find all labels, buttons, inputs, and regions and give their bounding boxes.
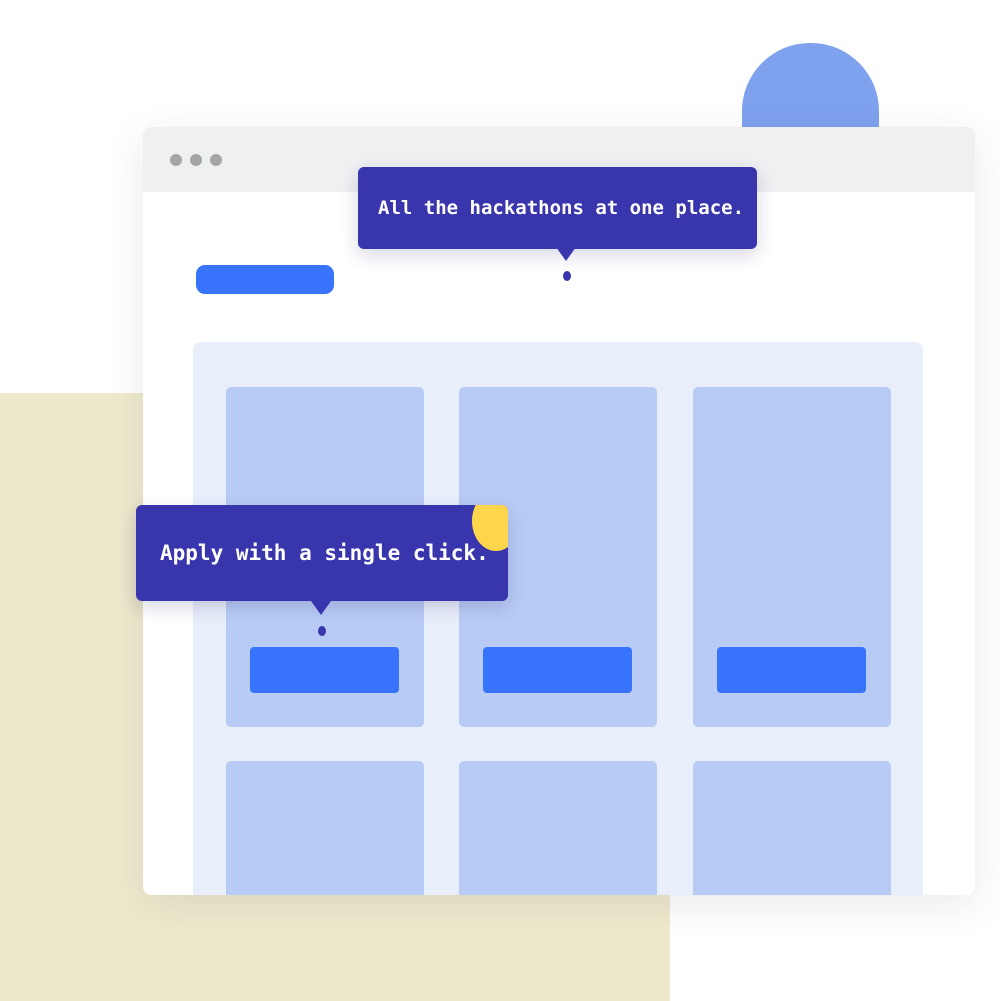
hackathon-grid-panel — [193, 342, 923, 895]
window-control-dot[interactable] — [170, 154, 182, 166]
apply-button[interactable] — [717, 647, 866, 693]
apply-button[interactable] — [483, 647, 632, 693]
tooltip-text: Apply with a single click. — [160, 541, 489, 565]
tooltip-anchor-dot — [563, 271, 571, 281]
hackathon-card[interactable] — [459, 761, 657, 895]
hackathon-card[interactable] — [693, 387, 891, 727]
tooltip-text: All the hackathons at one place. — [378, 197, 745, 219]
tooltip-pointer — [311, 601, 331, 615]
hackathon-card[interactable] — [693, 761, 891, 895]
window-control-dot[interactable] — [210, 154, 222, 166]
window-control-dot[interactable] — [190, 154, 202, 166]
header-placeholder-bar[interactable] — [196, 265, 334, 294]
apply-button[interactable] — [250, 647, 399, 693]
hackathons-tooltip: All the hackathons at one place. — [358, 167, 757, 261]
hackathon-card[interactable] — [226, 761, 424, 895]
apply-tooltip: Apply with a single click. — [136, 505, 508, 601]
tooltip-anchor-dot — [318, 626, 326, 636]
tooltip-pointer — [556, 247, 576, 261]
